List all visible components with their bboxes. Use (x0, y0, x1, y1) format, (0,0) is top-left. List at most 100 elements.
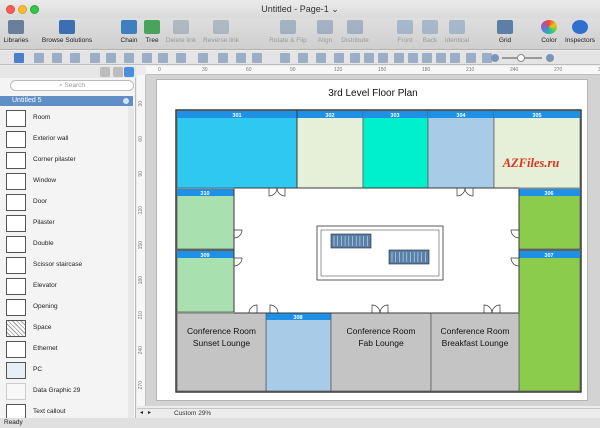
reverse-link-button[interactable]: Reverse link (202, 18, 240, 50)
polyline-tool-icon[interactable] (176, 53, 186, 63)
align-button-label: Align (317, 37, 333, 44)
horizontal-scrollbar[interactable]: ◂ ▸ Custom 29% (137, 408, 600, 417)
distribute-button[interactable]: Distribute (338, 18, 372, 50)
shape-item-data-graphic[interactable]: Data Graphic 29 (0, 381, 128, 402)
room-303[interactable] (362, 110, 429, 189)
libraries-icon (8, 20, 24, 34)
drawing-tools-strip (0, 51, 600, 65)
zoom-slider-knob[interactable] (517, 54, 525, 62)
search-toggle-icon[interactable] (124, 67, 134, 77)
pilaster-icon (6, 215, 26, 232)
room-304[interactable] (427, 110, 495, 189)
subtract-tool-icon[interactable] (408, 53, 418, 63)
spline-tool-icon[interactable] (316, 53, 326, 63)
conference-room[interactable] (430, 312, 520, 392)
floor-plan[interactable]: 3rd Level Floor Plan 301 302 303 304 305 310 30… (157, 80, 589, 402)
browse-solutions-button[interactable]: Browse Solutions (38, 18, 96, 50)
search-input[interactable]: ⌕ Search (10, 80, 134, 91)
zoom-select[interactable]: Custom 29% (174, 410, 211, 417)
canvas-area[interactable]: 3rd Level Floor Plan 301 302 303 304 305 310 30… (146, 75, 600, 406)
rotate-flip-button[interactable]: Rotate & Flip (266, 18, 310, 50)
shape-item-exterior-wall[interactable]: Exterior wall (0, 129, 128, 150)
grid-button[interactable]: Grid (494, 18, 516, 50)
shape-item-space[interactable]: Space (0, 318, 128, 339)
scissor-staircase-bottom[interactable] (388, 249, 430, 265)
drawing-page[interactable]: 3rd Level Floor Plan 301 302 303 304 305 310 30… (156, 79, 588, 401)
room-306[interactable] (518, 188, 581, 250)
search-zoom-icon[interactable] (422, 53, 432, 63)
shape-item-pilaster[interactable]: Pilaster (0, 213, 128, 234)
room-307[interactable] (518, 250, 581, 392)
crop-tool-icon[interactable] (252, 53, 262, 63)
sidebar-scrollbar[interactable] (128, 106, 134, 418)
intersect-tool-icon[interactable] (394, 53, 404, 63)
back-button-label: Back (422, 37, 438, 44)
ruler-tick-label: 60 (138, 136, 144, 142)
page-prev-icon[interactable]: ◂ (140, 409, 143, 416)
page-next-icon[interactable]: ▸ (148, 409, 151, 416)
chain-button[interactable]: Chain (118, 18, 140, 50)
floor-plan-title: 3rd Level Floor Plan (328, 88, 418, 99)
tree-button[interactable]: Tree (142, 18, 162, 50)
ellipse-tool-icon[interactable] (52, 53, 62, 63)
polygon-tool-icon[interactable] (198, 53, 208, 63)
zoom-in-icon[interactable] (546, 54, 554, 62)
shape-item-elevator[interactable]: Elevator (0, 276, 128, 297)
vertical-ruler: 30 60 90 120 150 180 210 240 270 (137, 75, 146, 406)
group-tool-icon[interactable] (350, 53, 360, 63)
room-301[interactable] (176, 110, 298, 189)
back-button[interactable]: Back (420, 18, 440, 50)
conference-room[interactable] (330, 312, 432, 392)
room-308[interactable] (265, 312, 332, 392)
identical-button[interactable]: Identical (442, 18, 472, 50)
library-header[interactable]: Untitled 5 (0, 96, 133, 106)
bezier-tool-icon[interactable] (158, 53, 168, 63)
delete-link-button[interactable]: Delete link (164, 18, 198, 50)
ungroup-tool-icon[interactable] (364, 53, 374, 63)
arc-connector-icon[interactable] (124, 53, 134, 63)
freehand-tool-icon[interactable] (334, 53, 344, 63)
close-library-icon[interactable] (123, 98, 129, 104)
libraries-button[interactable]: Libraries (3, 18, 29, 50)
grid-view-icon[interactable] (100, 67, 110, 77)
shape-item-staircase[interactable]: Scissor staircase (0, 255, 128, 276)
front-button[interactable]: Front (394, 18, 416, 50)
inspectors-button[interactable]: Inspectors (562, 18, 598, 50)
shape-item-double-door[interactable]: Double (0, 234, 128, 255)
user-tool-icon[interactable] (466, 53, 476, 63)
connector-tool-icon[interactable] (90, 53, 100, 63)
smart-connector-icon[interactable] (106, 53, 116, 63)
conference-room[interactable] (176, 312, 267, 392)
shape-item-opening[interactable]: Opening (0, 297, 128, 318)
align-button[interactable]: Align (312, 18, 338, 50)
text-tool-icon[interactable] (236, 53, 246, 63)
select-tool-icon[interactable] (14, 53, 24, 63)
rectangle-tool-icon[interactable] (34, 53, 44, 63)
hand-tool-icon[interactable] (436, 53, 446, 63)
shape-item-corner-pilaster[interactable]: Corner pilaster (0, 150, 128, 171)
join-tool-icon[interactable] (378, 53, 388, 63)
room-number-label: 309 (200, 253, 209, 259)
arc-tool-icon[interactable] (298, 53, 308, 63)
room-305[interactable] (493, 110, 581, 189)
room-302[interactable] (296, 110, 364, 189)
staircase-icon (6, 257, 26, 274)
shape-item-door[interactable]: Door (0, 192, 128, 213)
line-tool-2-icon[interactable] (280, 53, 290, 63)
color-button[interactable]: Color (538, 18, 560, 50)
shape-item-ethernet[interactable]: Ethernet (0, 339, 128, 360)
shape-item-window[interactable]: Window (0, 171, 128, 192)
shape-item-room[interactable]: Room (0, 108, 128, 129)
stamp-tool-icon[interactable] (450, 53, 460, 63)
window-title[interactable]: Untitled - Page-1 ⌄ (0, 4, 600, 15)
curve-connector-icon[interactable] (142, 53, 152, 63)
list-view-icon[interactable] (113, 67, 123, 77)
ruler-tick-label: 180 (138, 276, 144, 285)
shape-item-pc[interactable]: PC (0, 360, 128, 381)
scissor-staircase-top[interactable] (330, 233, 372, 249)
zoom-out-icon[interactable] (491, 54, 499, 62)
line-tool-icon[interactable] (70, 53, 80, 63)
pen-tool-icon[interactable] (218, 53, 228, 63)
room-310[interactable] (176, 188, 235, 250)
room-309[interactable] (176, 250, 235, 313)
